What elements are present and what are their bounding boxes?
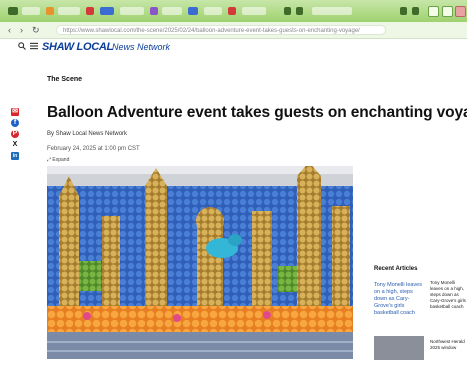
browser-tab[interactable] bbox=[86, 7, 94, 15]
article-headline: Balloon Adventure event takes guests on … bbox=[47, 104, 467, 121]
recent-articles-title: Recent Articles bbox=[374, 266, 418, 272]
browser-tab[interactable] bbox=[120, 7, 144, 15]
facebook-icon[interactable]: f bbox=[11, 119, 19, 127]
recent-article-side-text[interactable]: Tony Monelli leaves on a high, steps dow… bbox=[430, 280, 467, 310]
browser-tab[interactable] bbox=[204, 7, 222, 15]
browser-tab[interactable] bbox=[228, 7, 236, 15]
pinterest-icon[interactable]: P bbox=[11, 130, 19, 138]
recent-article-side-text-2[interactable]: Northwest Herald 2025 window bbox=[430, 339, 467, 351]
browser-tab[interactable] bbox=[412, 7, 419, 15]
maximize-icon[interactable] bbox=[442, 6, 453, 17]
recent-article-link[interactable]: Tony Monelli leaves on a high, steps dow… bbox=[374, 282, 426, 317]
browser-tab[interactable] bbox=[150, 7, 158, 15]
linkedin-icon[interactable]: in bbox=[11, 152, 19, 160]
browser-tab[interactable] bbox=[188, 7, 198, 15]
site-logo[interactable]: SHAW LOCAL bbox=[42, 41, 113, 53]
mail-icon[interactable]: ✉ bbox=[11, 108, 19, 116]
section-label[interactable]: The Scene bbox=[47, 76, 82, 83]
address-bar: ‹ › ↻ https://www.shawlocal.com/the-scen… bbox=[0, 22, 467, 39]
browser-tab[interactable] bbox=[162, 7, 182, 15]
url-input[interactable]: https://www.shawlocal.com/the-scene/2025… bbox=[56, 25, 386, 35]
back-icon[interactable]: ‹ bbox=[8, 24, 11, 36]
search-icon[interactable] bbox=[18, 42, 26, 52]
browser-tab[interactable] bbox=[312, 7, 352, 15]
site-header: SHAW LOCAL News Network bbox=[0, 38, 467, 58]
x-icon[interactable]: X bbox=[11, 141, 19, 149]
recent-article-thumbnail[interactable] bbox=[374, 336, 424, 360]
menu-icon[interactable] bbox=[30, 42, 38, 52]
browser-tab-strip bbox=[0, 0, 467, 22]
browser-tab[interactable] bbox=[400, 7, 407, 15]
browser-tab[interactable] bbox=[58, 7, 80, 15]
browser-tab[interactable] bbox=[100, 7, 114, 15]
article-date: February 24, 2025 at 1:00 pm CST bbox=[47, 146, 140, 152]
browser-tab[interactable] bbox=[46, 7, 54, 15]
site-network-label[interactable]: News Network bbox=[112, 42, 170, 52]
article-hero-image[interactable] bbox=[47, 166, 353, 359]
reload-icon[interactable]: ↻ bbox=[32, 24, 40, 36]
close-icon[interactable] bbox=[455, 6, 466, 17]
tab-favicon[interactable] bbox=[8, 7, 18, 15]
browser-tab[interactable] bbox=[242, 7, 266, 15]
browser-tab[interactable] bbox=[22, 7, 40, 15]
expand-image-button[interactable]: ⤢ Expand bbox=[47, 157, 69, 163]
article-byline[interactable]: By Shaw Local News Network bbox=[47, 131, 127, 137]
minimize-icon[interactable] bbox=[428, 6, 439, 17]
browser-tab[interactable] bbox=[296, 7, 303, 15]
forward-icon[interactable]: › bbox=[20, 24, 23, 36]
balloon-scene bbox=[47, 166, 353, 359]
browser-tab[interactable] bbox=[284, 7, 291, 15]
